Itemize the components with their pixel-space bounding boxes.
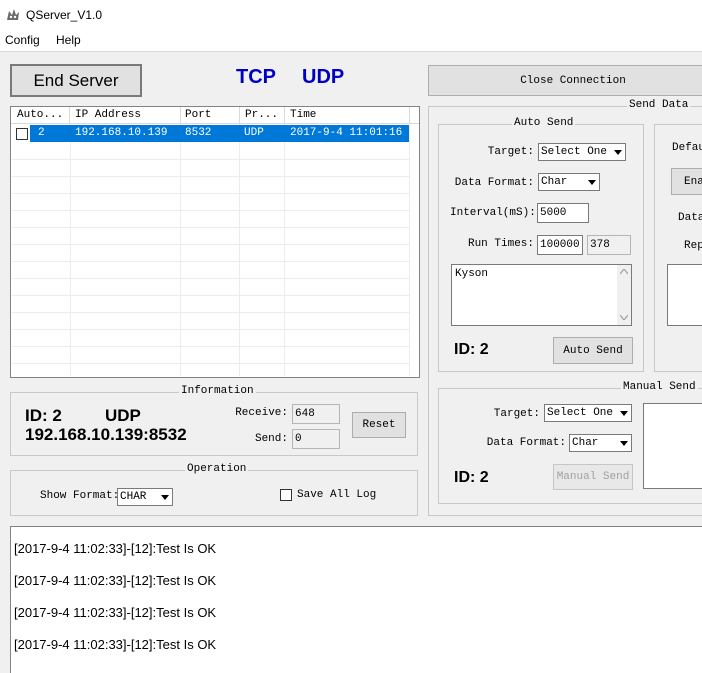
title-bar: QServer_V1.0	[0, 0, 702, 30]
auto-target-value: Select One	[541, 146, 608, 158]
chevron-down-icon	[161, 495, 169, 500]
chevron-down-icon	[588, 180, 596, 185]
list-header: Auto... IP Address Port Pr... Time	[11, 107, 419, 124]
manual-send-legend: Manual Send	[621, 381, 698, 393]
interval-value: 5000	[540, 207, 567, 219]
info-address: 192.168.10.139:8532	[25, 425, 187, 444]
auto-format-label: Data Format:	[454, 177, 534, 189]
enable-button[interactable]: Ena	[671, 168, 702, 195]
default-label: Defau	[672, 142, 702, 154]
row-protocol: UDP	[244, 127, 264, 139]
row-id: 2	[38, 127, 45, 139]
log-line: [2017-9-4 11:02:33]-[12]:Test Is OK	[14, 573, 217, 588]
reset-button[interactable]: Reset	[352, 412, 406, 438]
chevron-down-icon	[620, 441, 628, 446]
run-times-label: Run Times:	[467, 238, 534, 250]
show-format-select[interactable]: CHAR	[117, 488, 173, 506]
manual-format-select[interactable]: Char	[569, 434, 632, 452]
log-line: [2017-9-4 11:02:33]-[12]:Test Is OK	[14, 605, 217, 620]
receive-value: 648	[295, 408, 315, 420]
manual-send-textarea[interactable]	[643, 403, 702, 489]
row-port: 8532	[185, 127, 212, 139]
udp-label: UDP	[302, 66, 345, 88]
manual-target-select[interactable]: Select One	[544, 404, 632, 422]
manual-format-label: Data Format:	[486, 437, 566, 449]
row-checkbox[interactable]	[16, 128, 28, 140]
send-value: 0	[295, 433, 302, 445]
column-header-ip[interactable]: IP Address	[75, 109, 141, 121]
info-protocol: UDP	[105, 406, 141, 425]
information-legend: Information	[179, 385, 256, 397]
send-data-legend: Send Data	[627, 99, 691, 111]
operation-legend: Operation	[185, 463, 249, 475]
client-list[interactable]	[10, 106, 420, 378]
run-times-value: 100000	[540, 239, 580, 251]
data-label: Data	[678, 212, 702, 224]
tcp-label: TCP	[236, 66, 276, 88]
column-header-auto[interactable]: Auto...	[17, 109, 63, 121]
interval-label: Interval(mS):	[450, 207, 536, 219]
log-line: [2017-9-4 11:02:33]-[12]:Test Is OK	[14, 637, 217, 652]
menu-config[interactable]: Config	[5, 33, 40, 47]
auto-format-select[interactable]: Char	[538, 173, 600, 191]
receive-label: Receive:	[235, 407, 288, 419]
textarea-scrollbar[interactable]	[617, 265, 631, 325]
auto-send-textarea[interactable]: Kyson	[451, 264, 632, 326]
auto-format-value: Char	[541, 176, 568, 188]
auto-target-label: Target:	[487, 146, 534, 158]
auto-send-button[interactable]: Auto Send	[553, 337, 633, 364]
chevron-down-icon	[614, 150, 622, 155]
show-format-value: CHAR	[120, 491, 147, 503]
row-time: 2017-9-4 11:01:16	[290, 127, 403, 139]
app-icon	[6, 8, 20, 21]
run-times-count: 378	[587, 235, 631, 255]
menu-bar: Config Help	[0, 30, 702, 52]
manual-send-button[interactable]: Manual Send	[553, 464, 633, 490]
scroll-up-icon[interactable]	[620, 269, 628, 274]
interval-input[interactable]: 5000	[537, 203, 589, 223]
save-all-log-checkbox[interactable]	[280, 489, 292, 501]
run-times-count-value: 378	[590, 239, 610, 251]
repeat-label: Rep	[684, 240, 702, 252]
close-connection-button[interactable]: Close Connection	[428, 65, 702, 96]
row-ip: 192.168.10.139	[75, 127, 168, 139]
manual-target-value: Select One	[547, 407, 614, 419]
end-server-button[interactable]: End Server	[10, 64, 142, 97]
manual-target-label: Target:	[493, 408, 540, 420]
manual-format-value: Char	[572, 437, 599, 449]
log-area[interactable]: [2017-9-4 11:02:33]-[12]:Test Is OK [201…	[10, 526, 702, 673]
auto-target-select[interactable]: Select One	[538, 143, 626, 161]
window-title: QServer_V1.0	[26, 8, 103, 22]
auto-send-text: Kyson	[455, 268, 489, 280]
send-field: 0	[292, 429, 340, 449]
auto-send-legend: Auto Send	[512, 117, 576, 129]
column-header-time[interactable]: Time	[290, 109, 316, 121]
info-id: ID: 2	[25, 406, 62, 425]
table-row[interactable]: 2 192.168.10.139 8532 UDP 2017-9-4 11:01…	[12, 125, 409, 142]
send-label: Send:	[254, 433, 288, 445]
log-line: [2017-9-4 11:02:33]-[12]:Test Is OK	[14, 541, 217, 556]
manual-send-id: ID: 2	[454, 469, 489, 486]
save-all-log-label[interactable]: Save All Log	[297, 489, 376, 501]
run-times-input[interactable]: 100000	[537, 235, 583, 255]
column-header-protocol[interactable]: Pr...	[245, 109, 278, 121]
auto-send-id: ID: 2	[454, 341, 489, 358]
scroll-down-icon[interactable]	[620, 315, 628, 320]
default-textarea[interactable]	[667, 264, 702, 326]
receive-field: 648	[292, 404, 340, 424]
column-header-port[interactable]: Port	[185, 109, 211, 121]
menu-help[interactable]: Help	[56, 33, 81, 47]
chevron-down-icon	[620, 411, 628, 416]
show-format-label: Show Format:	[40, 490, 120, 502]
